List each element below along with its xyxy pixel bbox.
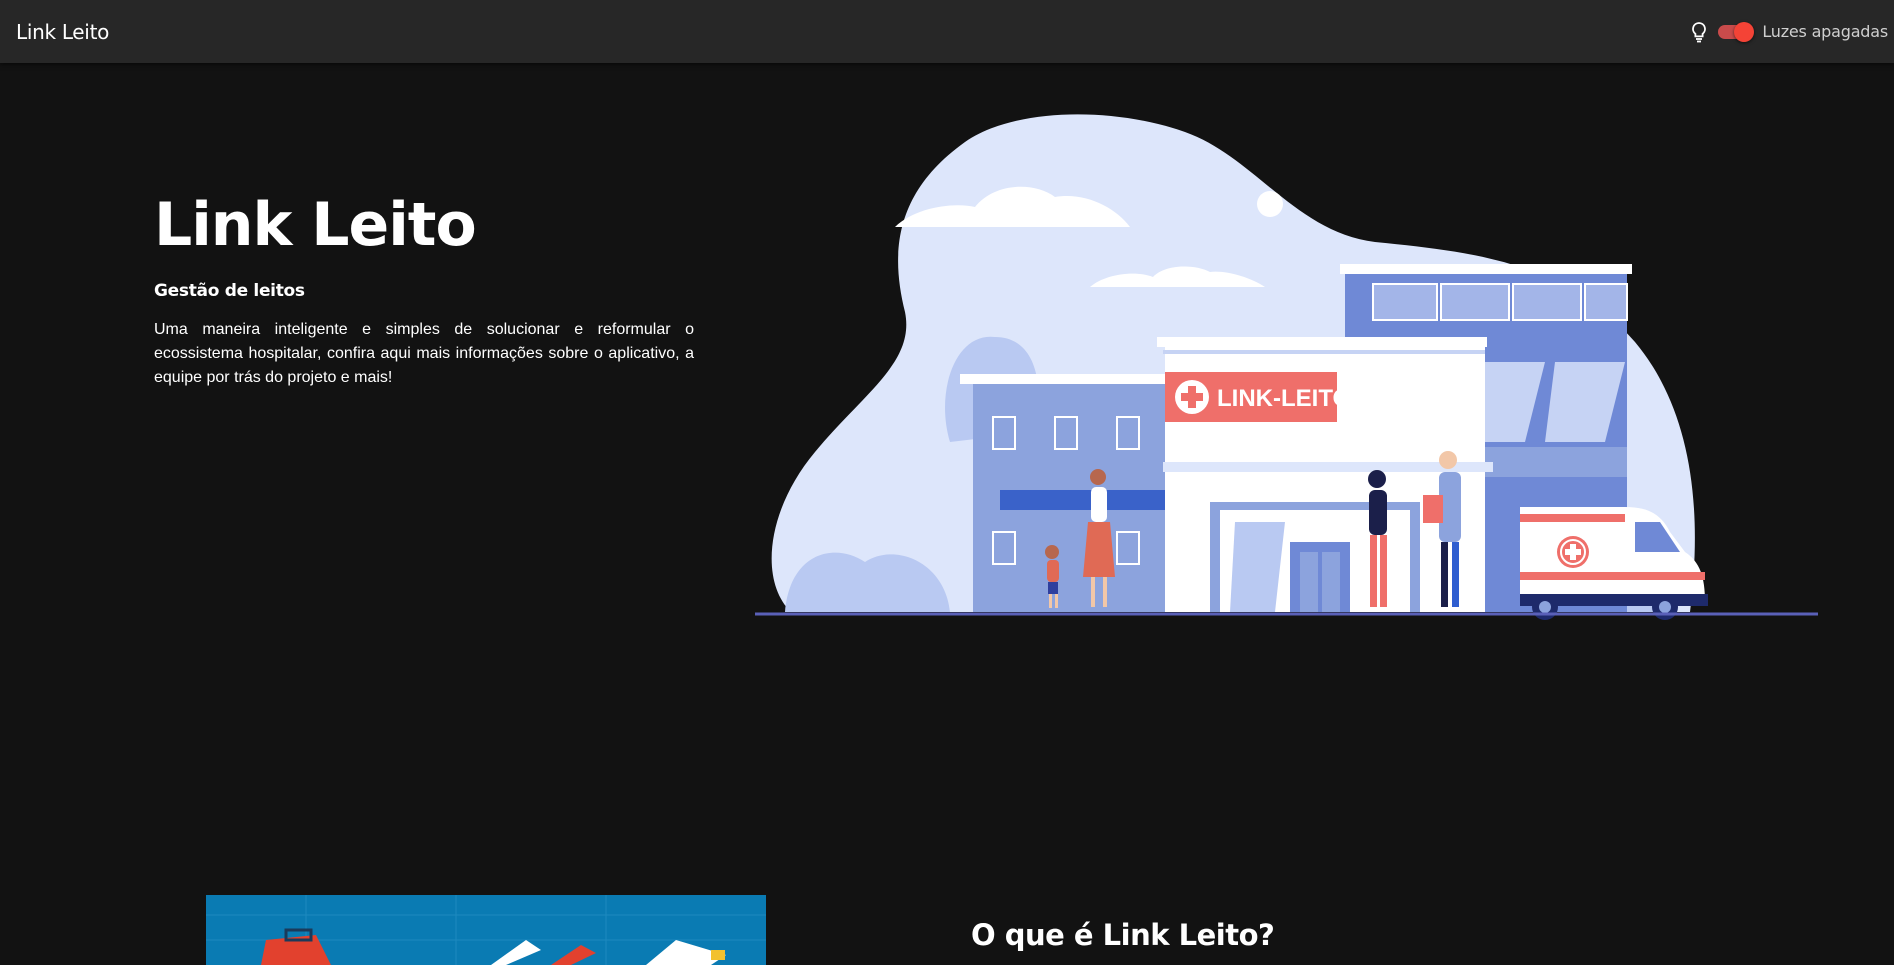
about-section-title: O que é Link Leito?: [971, 918, 1275, 952]
hero-description: Uma maneira inteligente e simples de sol…: [154, 321, 694, 386]
dark-mode-toggle[interactable]: [1716, 21, 1756, 42]
theme-label: Luzes apagadas: [1762, 22, 1888, 41]
medical-illustration-image: [206, 895, 766, 965]
brand-title[interactable]: Link Leito: [16, 20, 109, 44]
top-app-bar: Link Leito Luzes apagadas: [0, 0, 1894, 63]
lightbulb-icon: [1688, 19, 1710, 45]
hero-subtitle: Gestão de leitos: [154, 281, 305, 301]
hero-title: Link Leito: [154, 190, 477, 260]
toggle-thumb: [1734, 21, 1755, 42]
illustration-sign-text: LINK-LEITO: [1217, 385, 1351, 412]
hospital-illustration: LINK-LEITO: [755, 112, 1820, 622]
theme-switcher: Luzes apagadas: [1688, 19, 1888, 45]
